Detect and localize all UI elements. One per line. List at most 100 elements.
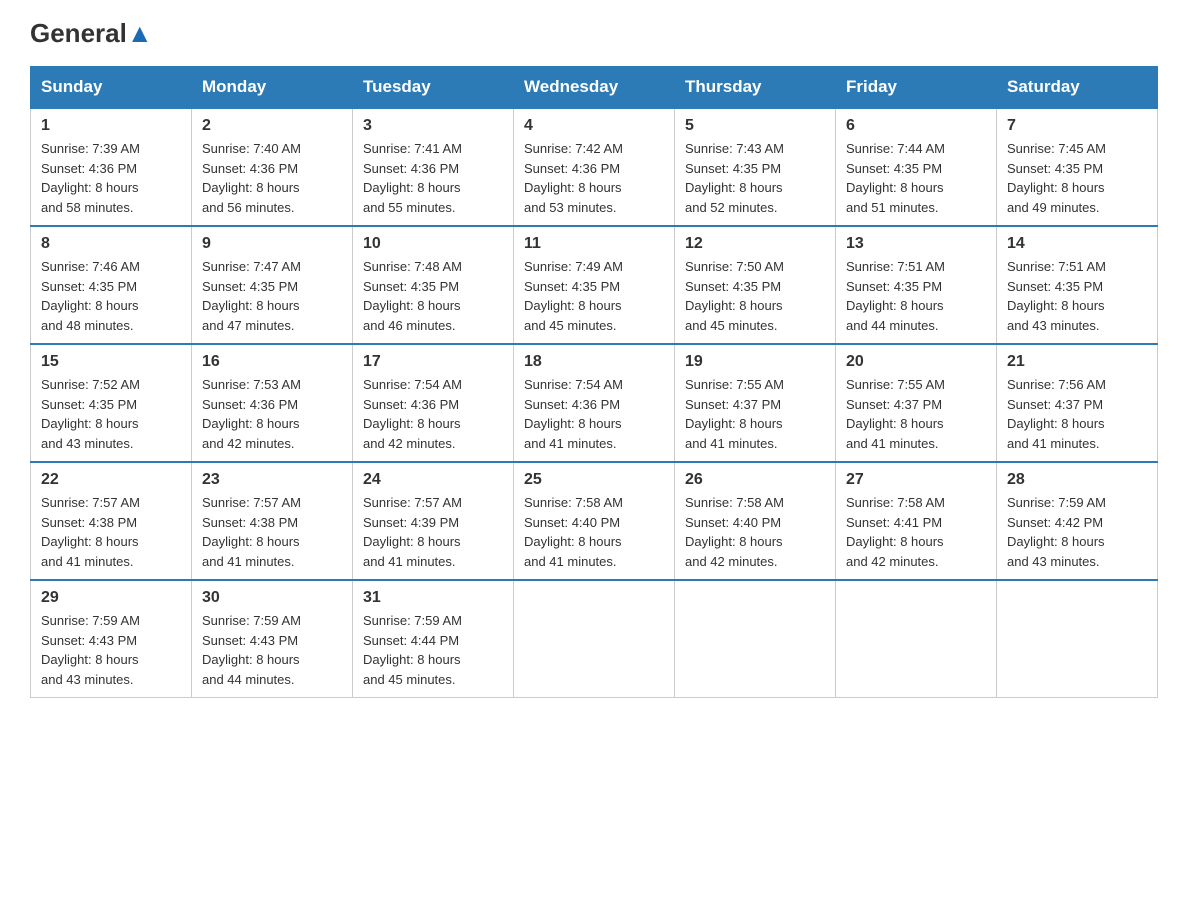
calendar-cell: 31 Sunrise: 7:59 AM Sunset: 4:44 PM Dayl…	[353, 580, 514, 698]
calendar-cell: 27 Sunrise: 7:58 AM Sunset: 4:41 PM Dayl…	[836, 462, 997, 580]
day-number: 18	[524, 353, 664, 371]
calendar-cell	[836, 580, 997, 698]
day-number: 7	[1007, 117, 1147, 135]
calendar-cell: 17 Sunrise: 7:54 AM Sunset: 4:36 PM Dayl…	[353, 344, 514, 462]
calendar-cell: 3 Sunrise: 7:41 AM Sunset: 4:36 PM Dayli…	[353, 108, 514, 226]
day-number: 5	[685, 117, 825, 135]
day-number: 25	[524, 471, 664, 489]
day-number: 31	[363, 589, 503, 607]
day-info: Sunrise: 7:50 AM Sunset: 4:35 PM Dayligh…	[685, 257, 825, 335]
day-info: Sunrise: 7:52 AM Sunset: 4:35 PM Dayligh…	[41, 375, 181, 453]
weekday-header-tuesday: Tuesday	[353, 67, 514, 109]
calendar-cell: 16 Sunrise: 7:53 AM Sunset: 4:36 PM Dayl…	[192, 344, 353, 462]
day-number: 26	[685, 471, 825, 489]
calendar-cell: 8 Sunrise: 7:46 AM Sunset: 4:35 PM Dayli…	[31, 226, 192, 344]
calendar-cell: 13 Sunrise: 7:51 AM Sunset: 4:35 PM Dayl…	[836, 226, 997, 344]
day-info: Sunrise: 7:57 AM Sunset: 4:39 PM Dayligh…	[363, 493, 503, 571]
day-info: Sunrise: 7:46 AM Sunset: 4:35 PM Dayligh…	[41, 257, 181, 335]
calendar-cell: 2 Sunrise: 7:40 AM Sunset: 4:36 PM Dayli…	[192, 108, 353, 226]
day-info: Sunrise: 7:48 AM Sunset: 4:35 PM Dayligh…	[363, 257, 503, 335]
day-number: 29	[41, 589, 181, 607]
logo-triangle-icon: ▲	[127, 18, 153, 48]
day-number: 8	[41, 235, 181, 253]
calendar-cell	[675, 580, 836, 698]
day-number: 21	[1007, 353, 1147, 371]
calendar-cell: 4 Sunrise: 7:42 AM Sunset: 4:36 PM Dayli…	[514, 108, 675, 226]
calendar-week-row: 1 Sunrise: 7:39 AM Sunset: 4:36 PM Dayli…	[31, 108, 1158, 226]
calendar-week-row: 8 Sunrise: 7:46 AM Sunset: 4:35 PM Dayli…	[31, 226, 1158, 344]
calendar-week-row: 22 Sunrise: 7:57 AM Sunset: 4:38 PM Dayl…	[31, 462, 1158, 580]
weekday-header-thursday: Thursday	[675, 67, 836, 109]
day-info: Sunrise: 7:56 AM Sunset: 4:37 PM Dayligh…	[1007, 375, 1147, 453]
weekday-header-saturday: Saturday	[997, 67, 1158, 109]
calendar-cell: 30 Sunrise: 7:59 AM Sunset: 4:43 PM Dayl…	[192, 580, 353, 698]
day-number: 28	[1007, 471, 1147, 489]
calendar-cell: 25 Sunrise: 7:58 AM Sunset: 4:40 PM Dayl…	[514, 462, 675, 580]
calendar-cell: 14 Sunrise: 7:51 AM Sunset: 4:35 PM Dayl…	[997, 226, 1158, 344]
calendar-cell: 7 Sunrise: 7:45 AM Sunset: 4:35 PM Dayli…	[997, 108, 1158, 226]
logo-general-text: General▲	[30, 20, 153, 46]
day-number: 11	[524, 235, 664, 253]
calendar-cell: 24 Sunrise: 7:57 AM Sunset: 4:39 PM Dayl…	[353, 462, 514, 580]
day-number: 9	[202, 235, 342, 253]
calendar-cell: 19 Sunrise: 7:55 AM Sunset: 4:37 PM Dayl…	[675, 344, 836, 462]
weekday-header-row: SundayMondayTuesdayWednesdayThursdayFrid…	[31, 67, 1158, 109]
calendar-cell: 5 Sunrise: 7:43 AM Sunset: 4:35 PM Dayli…	[675, 108, 836, 226]
day-number: 13	[846, 235, 986, 253]
calendar-table: SundayMondayTuesdayWednesdayThursdayFrid…	[30, 66, 1158, 698]
calendar-cell: 26 Sunrise: 7:58 AM Sunset: 4:40 PM Dayl…	[675, 462, 836, 580]
day-info: Sunrise: 7:59 AM Sunset: 4:44 PM Dayligh…	[363, 611, 503, 689]
day-number: 2	[202, 117, 342, 135]
day-info: Sunrise: 7:51 AM Sunset: 4:35 PM Dayligh…	[846, 257, 986, 335]
day-info: Sunrise: 7:57 AM Sunset: 4:38 PM Dayligh…	[202, 493, 342, 571]
calendar-cell: 18 Sunrise: 7:54 AM Sunset: 4:36 PM Dayl…	[514, 344, 675, 462]
day-info: Sunrise: 7:54 AM Sunset: 4:36 PM Dayligh…	[363, 375, 503, 453]
day-info: Sunrise: 7:55 AM Sunset: 4:37 PM Dayligh…	[846, 375, 986, 453]
day-info: Sunrise: 7:59 AM Sunset: 4:43 PM Dayligh…	[202, 611, 342, 689]
calendar-cell: 29 Sunrise: 7:59 AM Sunset: 4:43 PM Dayl…	[31, 580, 192, 698]
day-info: Sunrise: 7:55 AM Sunset: 4:37 PM Dayligh…	[685, 375, 825, 453]
day-number: 22	[41, 471, 181, 489]
calendar-cell: 10 Sunrise: 7:48 AM Sunset: 4:35 PM Dayl…	[353, 226, 514, 344]
day-info: Sunrise: 7:45 AM Sunset: 4:35 PM Dayligh…	[1007, 139, 1147, 217]
day-number: 19	[685, 353, 825, 371]
calendar-cell: 11 Sunrise: 7:49 AM Sunset: 4:35 PM Dayl…	[514, 226, 675, 344]
day-info: Sunrise: 7:49 AM Sunset: 4:35 PM Dayligh…	[524, 257, 664, 335]
day-number: 15	[41, 353, 181, 371]
day-number: 14	[1007, 235, 1147, 253]
page-header: General▲	[30, 20, 1158, 46]
day-info: Sunrise: 7:57 AM Sunset: 4:38 PM Dayligh…	[41, 493, 181, 571]
calendar-cell: 23 Sunrise: 7:57 AM Sunset: 4:38 PM Dayl…	[192, 462, 353, 580]
calendar-cell: 1 Sunrise: 7:39 AM Sunset: 4:36 PM Dayli…	[31, 108, 192, 226]
day-info: Sunrise: 7:43 AM Sunset: 4:35 PM Dayligh…	[685, 139, 825, 217]
day-number: 17	[363, 353, 503, 371]
calendar-cell: 22 Sunrise: 7:57 AM Sunset: 4:38 PM Dayl…	[31, 462, 192, 580]
calendar-cell: 9 Sunrise: 7:47 AM Sunset: 4:35 PM Dayli…	[192, 226, 353, 344]
day-info: Sunrise: 7:41 AM Sunset: 4:36 PM Dayligh…	[363, 139, 503, 217]
day-info: Sunrise: 7:58 AM Sunset: 4:40 PM Dayligh…	[524, 493, 664, 571]
day-info: Sunrise: 7:53 AM Sunset: 4:36 PM Dayligh…	[202, 375, 342, 453]
calendar-cell: 20 Sunrise: 7:55 AM Sunset: 4:37 PM Dayl…	[836, 344, 997, 462]
day-info: Sunrise: 7:40 AM Sunset: 4:36 PM Dayligh…	[202, 139, 342, 217]
day-info: Sunrise: 7:59 AM Sunset: 4:43 PM Dayligh…	[41, 611, 181, 689]
day-info: Sunrise: 7:47 AM Sunset: 4:35 PM Dayligh…	[202, 257, 342, 335]
day-number: 1	[41, 117, 181, 135]
calendar-cell: 15 Sunrise: 7:52 AM Sunset: 4:35 PM Dayl…	[31, 344, 192, 462]
day-number: 27	[846, 471, 986, 489]
day-info: Sunrise: 7:39 AM Sunset: 4:36 PM Dayligh…	[41, 139, 181, 217]
day-number: 10	[363, 235, 503, 253]
weekday-header-sunday: Sunday	[31, 67, 192, 109]
calendar-cell: 6 Sunrise: 7:44 AM Sunset: 4:35 PM Dayli…	[836, 108, 997, 226]
day-number: 4	[524, 117, 664, 135]
calendar-cell	[514, 580, 675, 698]
day-number: 23	[202, 471, 342, 489]
calendar-cell: 12 Sunrise: 7:50 AM Sunset: 4:35 PM Dayl…	[675, 226, 836, 344]
logo: General▲	[30, 20, 153, 46]
day-info: Sunrise: 7:58 AM Sunset: 4:40 PM Dayligh…	[685, 493, 825, 571]
calendar-cell: 28 Sunrise: 7:59 AM Sunset: 4:42 PM Dayl…	[997, 462, 1158, 580]
weekday-header-friday: Friday	[836, 67, 997, 109]
calendar-cell	[997, 580, 1158, 698]
day-number: 3	[363, 117, 503, 135]
day-info: Sunrise: 7:59 AM Sunset: 4:42 PM Dayligh…	[1007, 493, 1147, 571]
day-number: 20	[846, 353, 986, 371]
